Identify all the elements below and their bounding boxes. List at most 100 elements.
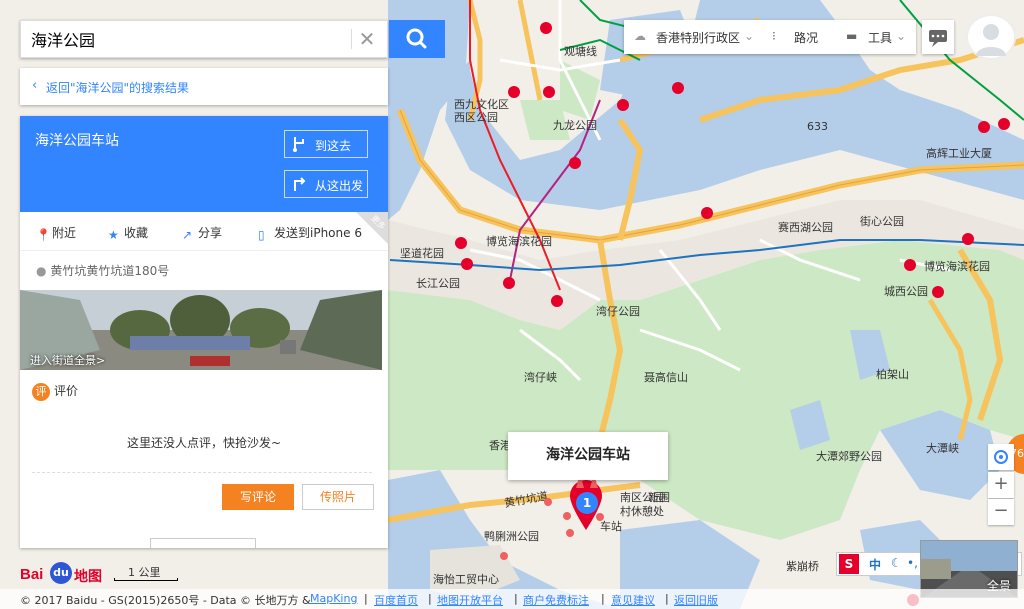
map-label-tai-tam-gap: 大潭峡	[926, 441, 959, 455]
share-label: 分享	[198, 226, 223, 240]
locate-icon	[994, 450, 1008, 464]
map-popup-label[interactable]: 海洋公园车站	[508, 432, 668, 480]
to-here-button[interactable]: 到这去	[284, 130, 368, 158]
zoom-out-button[interactable]: −	[988, 499, 1014, 525]
chevron-down-icon: ⌄	[744, 29, 755, 43]
ime-logo-icon[interactable]: S	[839, 554, 859, 574]
locate-button[interactable]	[988, 444, 1014, 470]
search-button[interactable]	[389, 20, 445, 58]
map-label-bok-lam: 博览海滨花园	[486, 234, 552, 248]
place-card: 海洋公园车站 到这去 从这出发 📍附近 ★ 收藏 ↗ 分享 ▯ 发送到iPhone 6…	[20, 116, 388, 548]
write-review-button[interactable]: 写评论	[222, 484, 294, 510]
search-icon	[406, 28, 427, 49]
map-label-choi-hung: 街心公园	[860, 214, 904, 228]
footer-feedback-link[interactable]: 意见建议	[611, 592, 655, 608]
map-label-route633: 633	[807, 120, 828, 133]
favorite-button[interactable]: ★ 收藏	[108, 224, 149, 242]
search-input[interactable]	[21, 21, 349, 57]
map-label-station-nearby: 车站	[600, 519, 622, 533]
ime-lang[interactable]: 中	[869, 556, 881, 573]
toolbox-icon: ▬	[846, 29, 858, 43]
place-actions: 📍附近 ★ 收藏 ↗ 分享 ▯ 发送到iPhone 6	[20, 212, 388, 251]
zoom-in-button[interactable]: +	[988, 472, 1014, 498]
footer-old-version-link[interactable]: 返回旧版	[674, 592, 718, 608]
back-to-results-link[interactable]: ‹ 返回"海洋公园"的搜索结果	[20, 68, 388, 105]
map-label-kwun-tong: 观塘线	[564, 44, 597, 58]
star-icon: ★	[108, 228, 119, 242]
scale-bar	[114, 578, 178, 581]
share-icon: ↗	[182, 228, 193, 242]
tools-button[interactable]: 工具	[868, 29, 892, 46]
top-toolbar: ☁ 香港特别行政区 ⌄ ⁝ 路况 ▬ 工具 ⌄	[624, 20, 916, 54]
from-here-label: 从这出发	[315, 179, 364, 193]
place-address: ● 黄竹坑黄竹坑道180号	[36, 262, 169, 279]
feedback-chat-button[interactable]	[922, 20, 954, 54]
map-label-city-garden: 城西公园	[884, 285, 928, 298]
marker-number-badge: 1	[576, 492, 598, 514]
map-label-new-village: 新围	[648, 490, 670, 504]
user-avatar[interactable]	[966, 14, 1016, 60]
map-label-wan-chai-gap: 湾仔峡	[524, 370, 557, 384]
traffic-button[interactable]: 路况	[794, 29, 818, 46]
route-to-icon	[293, 137, 304, 152]
map-scale: 1 公里	[114, 564, 180, 584]
address-pin-icon: ●	[36, 264, 47, 278]
street-view-label[interactable]: 进入街道全景>	[30, 352, 105, 368]
logo-text-right: 地图	[74, 569, 102, 585]
map-label-new-village2: 村休憩处	[620, 504, 664, 518]
moon-icon[interactable]: ☾	[891, 556, 902, 570]
map-label-taikoo: 博览海滨花园	[924, 259, 990, 273]
footer-home-link[interactable]: 百度首页	[374, 592, 418, 608]
map-label-west-park: 西区公园	[454, 111, 498, 124]
paw-icon: du	[50, 562, 72, 584]
map-label-zi-tan: 紫崩桥	[786, 559, 819, 573]
nearby-button[interactable]: 📍附近	[36, 224, 77, 242]
route-from-icon	[294, 177, 306, 191]
map-label-kennedy: 坚道花园	[400, 246, 444, 260]
baidu-logo: Bai du 地图	[20, 556, 110, 586]
rating-section: 评评价	[32, 382, 78, 401]
location-pin-icon: 📍	[36, 228, 51, 242]
more-button-cut[interactable]	[150, 538, 256, 548]
to-here-label: 到这去	[315, 139, 352, 153]
map-label-kai-tak: 高辉工业大厦	[926, 146, 992, 160]
upload-photo-button[interactable]: 传照片	[302, 484, 374, 510]
clear-icon[interactable]: ✕	[351, 29, 382, 49]
map-label-aberdeen: 鸭脷洲公园	[484, 530, 539, 543]
footer: © 2017 Baidu - GS(2015)2650号 - Data © 长地…	[0, 589, 1024, 609]
no-review-text: 这里还没人点评，快抢沙发~	[126, 436, 282, 450]
footer-mapking-link[interactable]: MapKing	[310, 592, 357, 605]
search-box: ✕	[20, 20, 388, 58]
place-title: 海洋公园车站	[35, 133, 119, 149]
map-label-kowloon-park: 九龙公园	[553, 119, 597, 132]
region-selector[interactable]: 香港特别行政区	[656, 29, 740, 46]
map-label-pak-park: 柏架山	[876, 367, 909, 381]
divider	[32, 472, 372, 473]
tools-chevron-icon: ⌄	[896, 29, 907, 43]
map-label-cheung-kong: 长江公园	[416, 277, 460, 290]
chat-icon	[929, 30, 947, 47]
send-to-phone-label: 发送到iPhone 6	[274, 226, 362, 240]
footer-merchant-link[interactable]: 商户免费标注	[523, 592, 589, 608]
send-to-phone-button[interactable]: ▯ 发送到iPhone 6	[258, 224, 362, 242]
cloud-icon: ☁	[634, 29, 646, 43]
footer-open-platform-link[interactable]: 地图开放平台	[437, 592, 503, 608]
chevron-left-icon: ‹	[32, 78, 38, 93]
traffic-light-icon: ⁝	[772, 29, 776, 43]
favorite-label: 收藏	[124, 226, 149, 240]
place-card-header: 海洋公园车站 到这去 从这出发	[20, 116, 388, 212]
map-label-quarry-bay: 赛西湖公园	[778, 220, 833, 234]
user-icon	[976, 24, 1006, 56]
back-link-label: 返回"海洋公园"的搜索结果	[46, 81, 190, 95]
map-label-ne-park: 聂高信山	[644, 370, 688, 384]
logo-text-left: Bai	[20, 566, 44, 583]
nearby-label: 附近	[52, 226, 77, 240]
from-here-button[interactable]: 从这出发	[284, 170, 368, 198]
share-button[interactable]: ↗ 分享	[182, 224, 223, 242]
map-label-wan-chai: 湾仔公园	[596, 304, 640, 318]
address-text: 黄竹坑黄竹坑道180号	[50, 264, 170, 278]
footer-copyright: © 2017 Baidu - GS(2015)2650号 - Data © 长地…	[20, 594, 311, 607]
punct-icon[interactable]: •,	[907, 556, 918, 570]
rating-badge-icon: 评	[32, 383, 50, 401]
rating-label: 评价	[54, 384, 79, 398]
